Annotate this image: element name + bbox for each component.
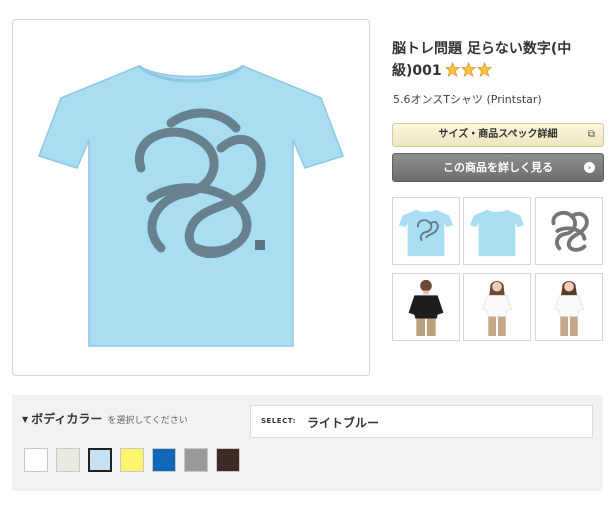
star-icon	[476, 61, 492, 77]
tshirt-image	[38, 64, 344, 347]
thumbnail-model-black[interactable]	[392, 273, 460, 341]
star-icon	[460, 61, 476, 77]
product-subtitle: 5.6オンスTシャツ (Printstar)	[393, 93, 542, 106]
color-swatch-gray[interactable]	[184, 448, 208, 472]
body-color-heading: ▼ ボディカラー を選択してください	[22, 410, 188, 427]
color-swatch-blue[interactable]	[152, 448, 176, 472]
thumbnail-print-design[interactable]	[535, 197, 603, 265]
body-color-panel: ▼ ボディカラー を選択してください SELECT: ライトブルー	[12, 395, 603, 491]
rating-stars	[444, 61, 493, 84]
thumbnail-tshirt-back[interactable]	[463, 197, 531, 265]
color-swatch-natural[interactable]	[56, 448, 80, 472]
view-details-button[interactable]: この商品を詳しく見る ›	[392, 153, 604, 182]
product-title: 脳トレ問題 足らない数字(中級)001	[392, 38, 607, 84]
thumbnail-model-white-1[interactable]	[463, 273, 531, 341]
model-image	[482, 281, 512, 336]
thumbnail-image	[551, 210, 589, 252]
color-swatch-yellow[interactable]	[120, 448, 144, 472]
thumbnail-tshirt-print[interactable]	[392, 197, 460, 265]
color-select[interactable]: SELECT: ライトブルー	[250, 405, 593, 438]
select-label: SELECT:	[261, 417, 296, 425]
model-image	[554, 281, 584, 336]
external-link-icon: ⧉	[587, 129, 595, 140]
color-swatch-light-blue[interactable]	[88, 448, 112, 472]
color-swatch-white[interactable]	[24, 448, 48, 472]
view-details-label: この商品を詳しく見る	[443, 161, 553, 174]
star-icon	[444, 61, 460, 77]
chevron-right-icon: ›	[584, 162, 595, 173]
main-product-image[interactable]	[12, 19, 370, 376]
model-image	[408, 279, 444, 336]
color-swatch-chocolate[interactable]	[216, 448, 240, 472]
thumbnail-model-white-2[interactable]	[535, 273, 603, 341]
body-color-hint: を選択してください	[107, 416, 188, 426]
thumbnail-image	[469, 209, 525, 257]
body-color-title: ボディカラー	[31, 412, 103, 426]
size-spec-button[interactable]: サイズ・商品スペック詳細 ⧉	[392, 123, 604, 147]
thumbnail-image	[398, 209, 454, 257]
triangle-down-icon: ▼	[22, 415, 29, 424]
selected-color-value: ライトブルー	[307, 416, 380, 430]
size-spec-label: サイズ・商品スペック詳細	[438, 129, 558, 140]
